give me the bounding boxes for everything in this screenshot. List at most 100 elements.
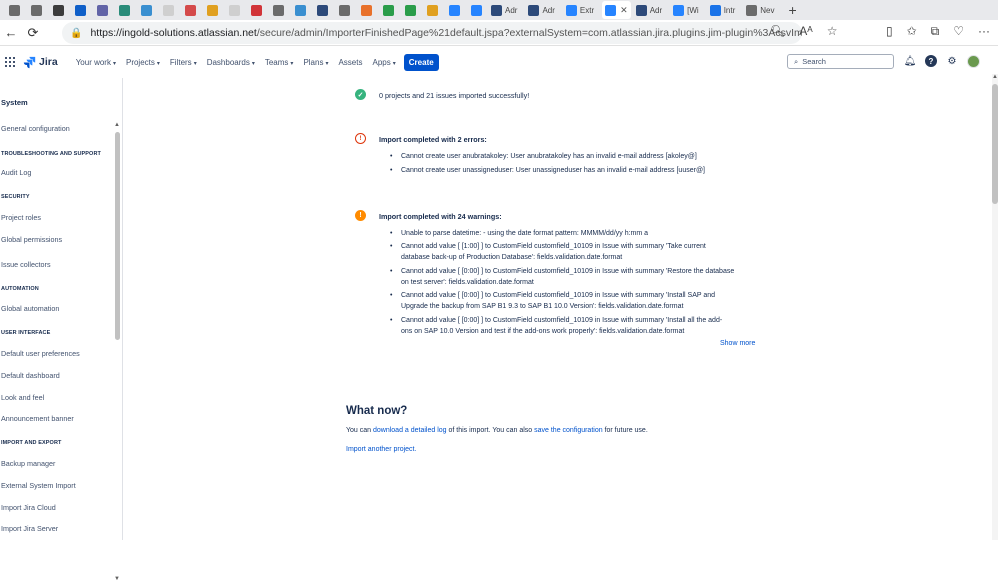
browser-tab[interactable]: ✕ bbox=[602, 1, 631, 19]
browser-tab[interactable]: Adr bbox=[488, 1, 523, 19]
browser-tab[interactable] bbox=[26, 1, 46, 19]
sidebar-item-backup-manager[interactable]: Backup manager bbox=[1, 459, 55, 468]
browser-tab[interactable]: Nev bbox=[743, 1, 780, 19]
address-bar[interactable]: 🔒 https://ingold-solutions.atlassian.net… bbox=[62, 22, 802, 44]
zoom-search-icon[interactable]: 🔍︎ bbox=[770, 24, 785, 38]
help-icon[interactable]: ? bbox=[925, 55, 937, 67]
sidebar-item-global-permissions[interactable]: Global permissions bbox=[1, 235, 62, 244]
tab-label: Extr bbox=[579, 5, 595, 15]
more-menu-icon[interactable]: ··· bbox=[978, 24, 990, 39]
browser-tab[interactable]: Intr bbox=[707, 1, 742, 19]
error-icon: ! bbox=[355, 133, 366, 144]
browser-tab[interactable] bbox=[268, 1, 288, 19]
sidebar-item-default-dashboard[interactable]: Default dashboard bbox=[1, 371, 60, 380]
browser-tab[interactable] bbox=[70, 1, 90, 19]
sidebar-item-external-system-import[interactable]: External System Import bbox=[1, 481, 76, 490]
sidebar-item-default-user-preferences[interactable]: Default user preferences bbox=[1, 349, 80, 358]
nav-assets[interactable]: Assets bbox=[338, 58, 362, 67]
browser-tab[interactable] bbox=[224, 1, 244, 19]
nav-plans[interactable]: Plans ▾ bbox=[303, 58, 328, 67]
nav-teams[interactable]: Teams ▾ bbox=[265, 58, 294, 67]
download-log-link[interactable]: download a detailed log bbox=[373, 427, 447, 434]
browser-tab[interactable]: Adr bbox=[525, 1, 560, 19]
new-tab-icon[interactable]: + bbox=[789, 2, 797, 18]
favorites-icon[interactable]: ✩ bbox=[907, 24, 917, 39]
avatar[interactable] bbox=[967, 54, 980, 68]
browser-tab[interactable] bbox=[334, 1, 354, 19]
sidebar-heading-user-interface: USER INTERFACE bbox=[1, 330, 51, 336]
scroll-up-icon[interactable]: ▲ bbox=[992, 74, 998, 80]
save-configuration-link[interactable]: save the configuration bbox=[534, 427, 603, 434]
sidebar-item-look-and-feel[interactable]: Look and feel bbox=[1, 393, 44, 402]
browser-essentials-icon[interactable]: ♡ bbox=[953, 24, 964, 39]
browser-tab[interactable] bbox=[290, 1, 310, 19]
app-icon bbox=[250, 4, 262, 16]
nav-projects[interactable]: Projects ▾ bbox=[126, 58, 160, 67]
jira-icon bbox=[470, 4, 482, 16]
browser-tab[interactable] bbox=[312, 1, 332, 19]
sidebar-item-project-roles[interactable]: Project roles bbox=[1, 213, 41, 222]
browser-tab[interactable] bbox=[202, 1, 222, 19]
jira-logo[interactable]: Jira bbox=[23, 56, 58, 69]
app-switcher-icon[interactable] bbox=[5, 57, 15, 67]
reload-icon[interactable]: ⟳ bbox=[22, 25, 44, 41]
close-tab-icon[interactable]: ✕ bbox=[620, 5, 628, 16]
sidebar-item-import-jira-server[interactable]: Import Jira Server bbox=[1, 524, 58, 533]
scroll-thumb[interactable] bbox=[115, 132, 120, 340]
nav-filters[interactable]: Filters ▾ bbox=[170, 58, 197, 67]
sidebar-item-announcement-banner[interactable]: Announcement banner bbox=[1, 414, 74, 423]
warning-item: Cannot add value [ [0:00] ] to CustomFie… bbox=[390, 267, 761, 288]
nav-your-work[interactable]: Your work ▾ bbox=[76, 58, 116, 67]
browser-tab[interactable]: Adr bbox=[633, 1, 668, 19]
browser-tab[interactable] bbox=[422, 1, 442, 19]
browser-tab[interactable] bbox=[356, 1, 376, 19]
sidebar-item-audit-log[interactable]: Audit Log bbox=[1, 168, 31, 177]
browser-tab[interactable] bbox=[400, 1, 420, 19]
warning-line: ons on SAP 10.0 Version and test if the … bbox=[401, 327, 685, 335]
nav-label: Filters bbox=[169, 57, 192, 67]
warning-item: Unable to parse datetime: - using the da… bbox=[390, 229, 761, 240]
sidebar-item-global-automation[interactable]: Global automation bbox=[1, 304, 59, 313]
page-scroll-thumb[interactable] bbox=[992, 84, 998, 204]
nav-apps[interactable]: Apps ▾ bbox=[372, 58, 395, 67]
browser-tab[interactable] bbox=[466, 1, 486, 19]
browser-tab[interactable] bbox=[246, 1, 266, 19]
nav-label: Assets bbox=[338, 57, 363, 67]
show-more-link[interactable]: Show more bbox=[720, 340, 755, 347]
create-button[interactable]: Create bbox=[403, 53, 439, 71]
sidebar-item-import-jira-cloud[interactable]: Import Jira Cloud bbox=[1, 503, 56, 512]
nav-dashboards[interactable]: Dashboards ▾ bbox=[207, 58, 255, 67]
split-screen-icon[interactable]: ▯ bbox=[886, 24, 893, 39]
back-icon[interactable]: ← bbox=[0, 25, 22, 40]
sidebar-scrollbar[interactable]: ▲ ▼ bbox=[114, 122, 120, 582]
tab-label: Adr bbox=[649, 5, 663, 15]
browser-tab[interactable]: [Wi bbox=[670, 1, 705, 19]
browser-tab[interactable] bbox=[136, 1, 156, 19]
settings-gear-icon[interactable]: ⚙ bbox=[945, 54, 959, 68]
scroll-up-icon[interactable]: ▲ bbox=[114, 122, 120, 128]
browser-tab[interactable] bbox=[92, 1, 112, 19]
sidebar-heading-security: SECURITY bbox=[1, 194, 30, 200]
notifications-icon[interactable]: 🔔︎ bbox=[903, 54, 917, 68]
browser-tab[interactable] bbox=[158, 1, 178, 19]
warnings-title: Import completed with 24 warnings: bbox=[379, 212, 502, 221]
collections-icon[interactable]: ⧉ bbox=[931, 24, 940, 39]
browser-tab[interactable] bbox=[180, 1, 200, 19]
sidebar-item-general-configuration[interactable]: General configuration bbox=[1, 124, 70, 133]
browser-tab[interactable] bbox=[48, 1, 68, 19]
browser-tab[interactable] bbox=[4, 1, 24, 19]
browser-tab[interactable]: Extr bbox=[563, 1, 600, 19]
favorite-star-icon[interactable]: ☆ bbox=[827, 24, 838, 38]
page-scrollbar[interactable]: ▲ bbox=[992, 74, 998, 540]
search-input[interactable]: ⌕ Search bbox=[787, 54, 894, 69]
import-another-project-link[interactable]: Import another project. bbox=[346, 446, 416, 453]
chevron-down-icon: ▾ bbox=[156, 60, 160, 67]
scroll-down-icon[interactable]: ▼ bbox=[114, 576, 120, 582]
browser-tab[interactable] bbox=[114, 1, 134, 19]
browser-tab[interactable] bbox=[378, 1, 398, 19]
read-aloud-icon[interactable]: Aᴬ bbox=[799, 24, 812, 38]
sidebar-item-issue-collectors[interactable]: Issue collectors bbox=[1, 260, 51, 269]
app-icon bbox=[404, 4, 416, 16]
browser-tab[interactable] bbox=[444, 1, 464, 19]
app-icon bbox=[140, 4, 152, 16]
